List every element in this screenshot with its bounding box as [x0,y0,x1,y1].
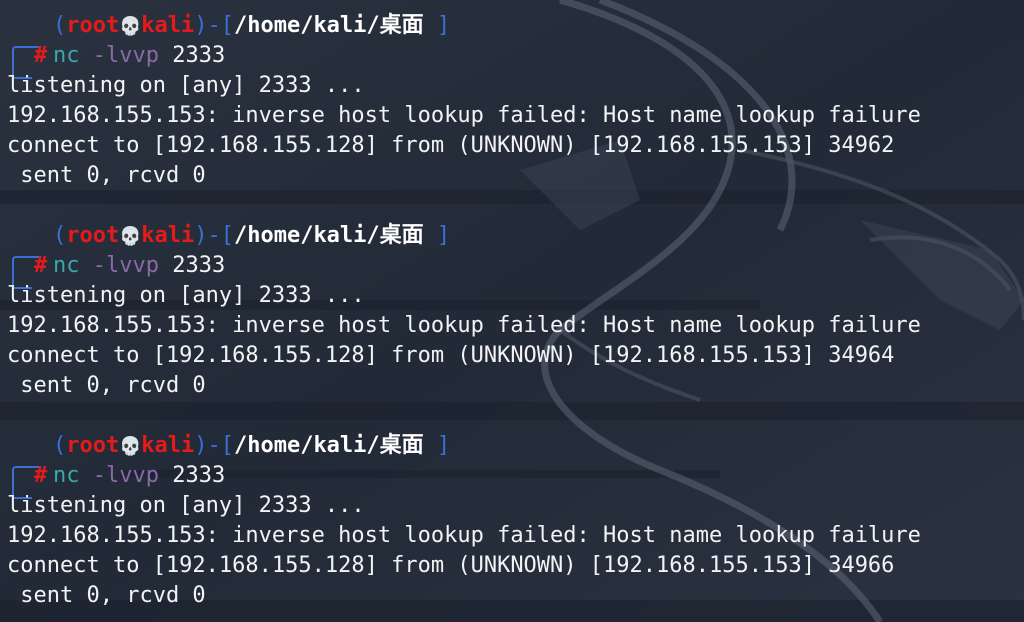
output-listening: listening on [any] 2333 ... [7,283,365,308]
command-port: 2333 [172,253,226,278]
prompt-host: kali [141,433,195,458]
output-sent: sent 0, rcvd 0 [7,583,206,608]
output-lookup: 192.168.155.153: inverse host lookup fai… [7,523,921,548]
command-name: nc [53,463,80,488]
output-sent: sent 0, rcvd 0 [7,373,206,398]
command-port: 2333 [172,463,226,488]
output-connect: connect to [192.168.155.128] from (UNKNO… [7,133,895,158]
output-connect: connect to [192.168.155.128] from (UNKNO… [7,343,895,368]
prompt-host: kali [141,223,195,248]
prompt-path: /home/kali/桌面 [233,13,424,38]
output-listening: listening on [any] 2333 ... [7,73,365,98]
command-name: nc [53,253,80,278]
prompt-symbol: # [34,43,48,68]
output-lookup: 192.168.155.153: inverse host lookup fai… [7,103,921,128]
command-port: 2333 [172,43,226,68]
prompt-symbol: # [34,463,48,488]
skull-icon: 💀 [119,226,142,247]
command-flag: -lvvp [92,253,159,278]
command-name: nc [53,43,80,68]
prompt-header: (root💀kali)-[/home/kali/桌面 ] [7,221,1024,275]
output-lookup: 192.168.155.153: inverse host lookup fai… [7,313,921,338]
command-line: # nc -lvvp 2333 [7,41,1024,79]
prompt-path: /home/kali/桌面 [233,433,424,458]
output-connect: connect to [192.168.155.128] from (UNKNO… [7,553,895,578]
command-flag: -lvvp [92,463,159,488]
prompt-path: /home/kali/桌面 [233,223,424,248]
prompt-header: (root💀kali)-[/home/kali/桌面 ] [7,431,1024,485]
prompt-user: root [66,223,120,248]
prompt-host: kali [141,13,195,38]
output-listening: listening on [any] 2333 ... [7,493,365,518]
command-line: # nc -lvvp 2333 [7,251,1024,289]
command-line: # nc -lvvp 2333 [7,461,1024,499]
prompt-user: root [66,13,120,38]
skull-icon: 💀 [119,436,142,457]
terminal-output: (root💀kali)-[/home/kali/桌面 ] # nc -lvvp 2… [0,0,1024,622]
skull-icon: 💀 [119,16,142,37]
command-flag: -lvvp [92,43,159,68]
output-sent: sent 0, rcvd 0 [7,163,206,188]
prompt-user: root [66,433,120,458]
prompt-header: (root💀kali)-[/home/kali/桌面 ] [7,11,1024,65]
prompt-symbol: # [34,253,48,278]
